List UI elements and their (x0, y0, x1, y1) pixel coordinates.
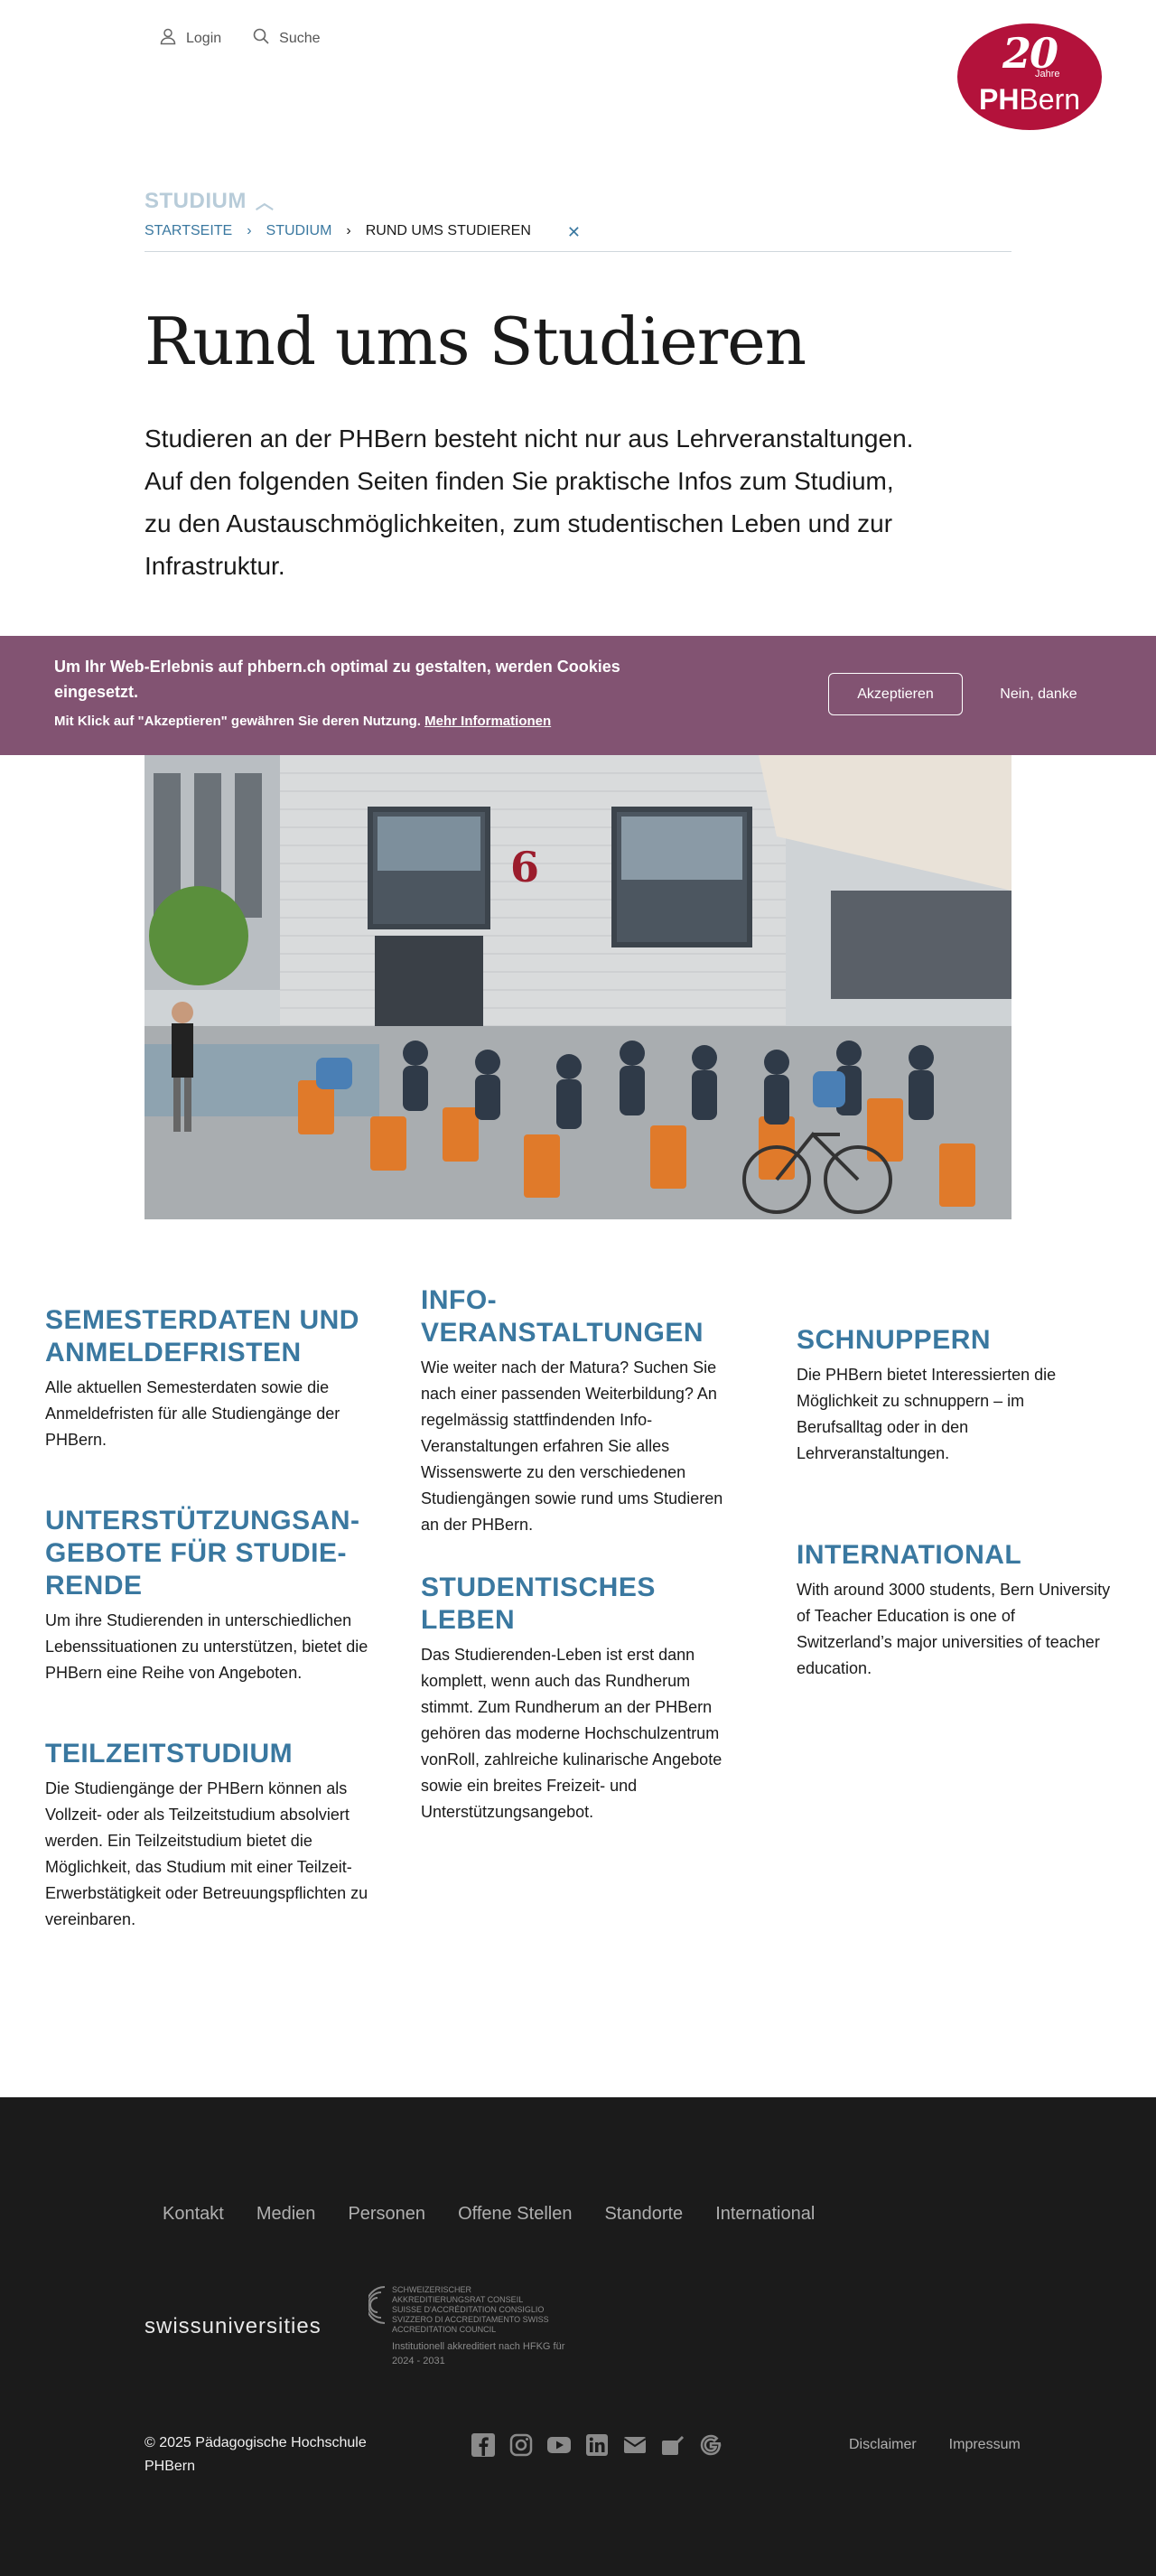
card-text: Die PHBern bietet Interessierten die Mög… (797, 1366, 1057, 1462)
search-icon (252, 27, 270, 50)
search-link[interactable]: Suche (252, 27, 321, 50)
card-title: INFO-VERANSTALTUNGEN (421, 1285, 704, 1348)
card-title: TEILZEITSTUDIUM (45, 1739, 294, 1769)
breadcrumb-home[interactable]: STARTSEITE (144, 223, 232, 239)
footer-link-standorte[interactable]: Standorte (604, 2204, 683, 2225)
card-title: SEMESTERDATEN UND ANMELDEFRISTEN (45, 1305, 359, 1367)
legal-links: Disclaimer Impressum (849, 2437, 1021, 2453)
section-label: STUDIUM (144, 188, 247, 213)
footer-link-medien[interactable]: Medien (256, 2204, 316, 2225)
footer-link-personen[interactable]: Personen (348, 2204, 425, 2225)
footer-link-international[interactable]: International (715, 2204, 815, 2225)
copyright: © 2025 Pädagogische Hochschule PHBern (144, 2435, 367, 2474)
hero-image: 6 (144, 755, 1012, 1219)
facebook-icon[interactable] (470, 2431, 497, 2459)
impressum-link[interactable]: Impressum (949, 2437, 1021, 2453)
card-info-events[interactable]: INFO-VERANSTALTUNGEN Wie weiter nach der… (421, 1284, 737, 1538)
footer-nav: Kontakt Medien Personen Offene Stellen S… (163, 2204, 815, 2225)
search-label: Suche (279, 30, 321, 46)
logo-ph: PH (978, 83, 1020, 116)
logo-bern: Bern (1019, 83, 1081, 116)
chevron-up-icon: ︿ (255, 193, 275, 213)
youtube-icon[interactable] (545, 2431, 573, 2459)
card-text: With around 3000 students, Bern Universi… (797, 1581, 1111, 1677)
card-text: Wie weiter nach der Matura? Suchen Sie n… (421, 1358, 723, 1534)
card-international[interactable]: INTERNATIONAL With around 3000 students,… (797, 1539, 1113, 1682)
newsletter-icon[interactable] (621, 2431, 648, 2459)
footer-link-kontakt[interactable]: Kontakt (163, 2204, 224, 2225)
decline-cookies-button[interactable]: Nein, danke (984, 673, 1093, 715)
accreditation-council: SCHWEIZERISCHER AKKREDITIERUNGSRAT CONSE… (392, 2285, 549, 2334)
cookie-banner: Um Ihr Web-Erlebnis auf phbern.ch optima… (0, 636, 1156, 755)
card-title: UNTERSTÜTZUNGSAN-GEBOTE FÜR STUDIE-RENDE (45, 1506, 360, 1601)
breadcrumb-parent[interactable]: STUDIUM (266, 223, 332, 239)
breadcrumb-current: RUND UMS STUDIEREN (365, 223, 531, 238)
card-text: Um ihre Studierenden in unterschiedliche… (45, 1611, 368, 1682)
cookie-message: Um Ihr Web-Erlebnis auf phbern.ch optima… (54, 658, 620, 701)
blog-icon[interactable] (659, 2431, 686, 2459)
cookie-subtext: Mit Klick auf "Akzeptieren" gewähren Sie… (54, 714, 551, 729)
user-icon (159, 27, 177, 50)
logo-wordmark: PHBern (957, 83, 1102, 117)
social-links (470, 2431, 724, 2459)
cookie-sub-label: Mit Klick auf "Akzeptieren" gewähren Sie… (54, 714, 421, 729)
accreditation-note: Institutionell akkreditiert nach HFKG fü… (392, 2341, 565, 2366)
chevron-right-icon: › (247, 223, 252, 238)
card-support[interactable]: UNTERSTÜTZUNGSAN-GEBOTE FÜR STUDIE-RENDE… (45, 1505, 370, 1686)
chevron-right-icon: › (346, 223, 351, 238)
footer-link-offene-stellen[interactable]: Offene Stellen (458, 2204, 572, 2225)
card-semester[interactable]: SEMESTERDATEN UND ANMELDEFRISTEN Alle ak… (45, 1304, 370, 1453)
hero-building-number: 6 (510, 843, 539, 891)
section-toggle[interactable]: STUDIUM ︿ (144, 188, 274, 214)
anniversary-number: 20 (1002, 29, 1058, 78)
card-text: Die Studiengänge der PHBern können als V… (45, 1779, 368, 1928)
card-text: Alle aktuellen Semesterdaten sowie die A… (45, 1378, 340, 1449)
google-icon[interactable] (697, 2431, 724, 2459)
breadcrumb: STARTSEITE › STUDIUM › RUND UMS STUDIERE… (144, 223, 1012, 252)
card-text: Das Studierenden-Leben ist erst dann kom… (421, 1646, 722, 1821)
close-icon[interactable]: ✕ (567, 223, 581, 242)
login-label: Login (186, 30, 222, 46)
card-title: INTERNATIONAL (797, 1540, 1022, 1570)
phbern-logo[interactable]: 20 Jahre PHBern (957, 23, 1102, 130)
anniversary-label: Jahre (1035, 69, 1060, 79)
cookie-more-link[interactable]: Mehr Informationen (424, 714, 551, 729)
swissuniversities-logo[interactable]: swissuniversities (144, 2314, 322, 2339)
utility-bar: Login Suche (159, 27, 321, 50)
disclaimer-link[interactable]: Disclaimer (849, 2437, 917, 2453)
page-intro: Studieren an der PHBern besteht nicht nu… (144, 425, 914, 580)
card-parttime[interactable]: TEILZEITSTUDIUM Die Studiengänge der PHB… (45, 1738, 370, 1933)
accept-cookies-button[interactable]: Akzeptieren (828, 673, 963, 715)
accreditation-icon (368, 2286, 386, 2324)
linkedin-icon[interactable] (583, 2431, 611, 2459)
footer: Kontakt Medien Personen Offene Stellen S… (0, 2097, 1156, 2576)
card-title: STUDENTISCHES LEBEN (421, 1573, 656, 1635)
card-trial[interactable]: SCHNUPPERN Die PHBern bietet Interessier… (797, 1324, 1113, 1467)
page-title: Rund ums Studieren (144, 303, 806, 379)
login-link[interactable]: Login (159, 27, 221, 50)
card-title: SCHNUPPERN (797, 1325, 992, 1355)
card-student-life[interactable]: STUDENTISCHES LEBEN Das Studierenden-Leb… (421, 1572, 737, 1825)
instagram-icon[interactable] (508, 2431, 535, 2459)
